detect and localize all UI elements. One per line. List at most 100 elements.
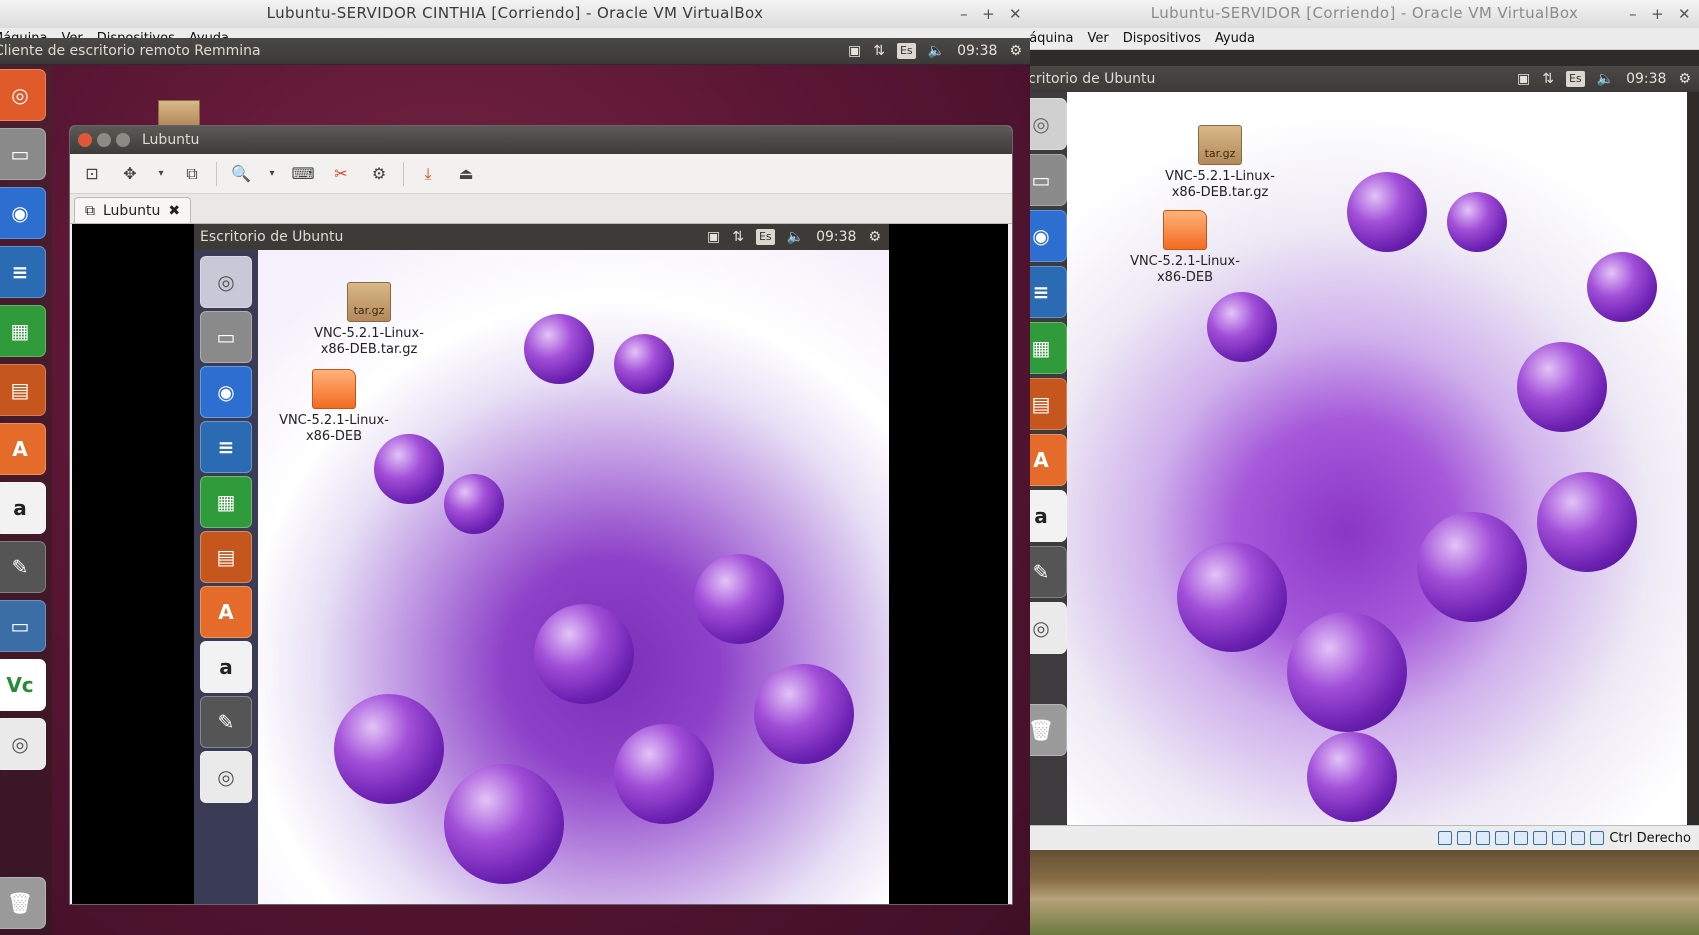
tab-close-icon[interactable]: ✖ [168, 203, 180, 219]
mouse-integration-icon[interactable] [1571, 831, 1586, 845]
window-title-bar[interactable]: Lubuntu-SERVIDOR CINTHIA [Corriendo] - O… [0, 0, 1030, 28]
remmina-icon[interactable]: ▭ [0, 600, 46, 652]
display-icon[interactable] [1533, 831, 1548, 845]
network-icon[interactable]: ⇅ [732, 224, 744, 250]
tab-lubuntu[interactable]: ⧉ Lubuntu ✖ [74, 197, 192, 223]
archive-icon[interactable] [158, 100, 200, 126]
chevron-down-icon[interactable]: ▾ [154, 160, 168, 188]
dvd-icon[interactable]: ◎ [200, 751, 252, 803]
amazon-icon[interactable]: a [1030, 490, 1067, 542]
chevron-down-icon[interactable]: ▾ [265, 160, 279, 188]
firefox-icon[interactable]: ◉ [200, 366, 252, 418]
files-icon[interactable]: ▭ [0, 128, 46, 180]
keyboard-layout-indicator[interactable]: Es [1565, 71, 1585, 87]
desktop-icon-tarball[interactable]: tar.gz VNC-5.2.1-Linux- x86-DEB.tar.gz [309, 282, 429, 358]
files-icon[interactable]: ▭ [200, 311, 252, 363]
network-adapter-icon[interactable] [1495, 831, 1510, 845]
dvd-icon[interactable]: ◎ [1030, 602, 1067, 654]
menu-ayuda[interactable]: Ayuda [1215, 31, 1255, 46]
gear-icon[interactable]: ⚙ [868, 224, 881, 250]
shared-folders-icon[interactable] [1514, 831, 1529, 845]
optical-drive-icon[interactable] [1457, 831, 1472, 845]
hard-disk-icon[interactable] [1438, 831, 1453, 845]
keyboard-layout-indicator[interactable]: Es [755, 229, 775, 245]
desktop-icon-folder[interactable]: VNC-5.2.1-Linux- x86-DEB [1125, 210, 1245, 286]
firefox-icon[interactable]: ◉ [0, 187, 46, 239]
menu-ver[interactable]: Ver [1088, 31, 1109, 46]
clock[interactable]: 09:38 [957, 38, 997, 64]
network-icon[interactable]: ⇅ [1542, 66, 1554, 92]
keyboard-layout-indicator[interactable]: Es [896, 43, 916, 59]
switch-tab-icon[interactable]: ⧉ [178, 160, 206, 188]
software-center-icon[interactable]: A [0, 423, 46, 475]
software-center-icon[interactable]: A [1030, 434, 1067, 486]
virtualbox-window-servidor-cinthia[interactable]: Lubuntu-SERVIDOR CINTHIA [Corriendo] - O… [0, 0, 1030, 935]
calc-icon[interactable]: ▦ [1030, 322, 1067, 374]
close-icon[interactable] [78, 133, 92, 147]
minimize-icon[interactable]: – [960, 1, 968, 27]
volume-icon[interactable]: 🔈 [787, 224, 804, 250]
vnc-icon[interactable]: Vc [0, 659, 46, 711]
zoom-icon[interactable]: 🔍 [227, 160, 255, 188]
remmina-title-bar[interactable]: Lubuntu [70, 126, 1012, 154]
network-icon[interactable]: ⇅ [873, 38, 885, 64]
toggle-scaled-icon[interactable]: ✥ [116, 160, 144, 188]
writer-icon[interactable]: ≡ [200, 421, 252, 473]
clock[interactable]: 09:38 [816, 224, 856, 250]
gear-icon[interactable]: ⚙ [1009, 38, 1022, 64]
gear-icon[interactable]: ⚙ [1678, 66, 1691, 92]
impress-icon[interactable]: ▤ [200, 531, 252, 583]
close-icon[interactable]: ✕ [1009, 1, 1022, 27]
maximize-icon[interactable] [116, 133, 130, 147]
menu-dispositivos[interactable]: Dispositivos [1123, 31, 1201, 46]
remote-desktop-indicator-icon[interactable]: ▣ [1517, 66, 1530, 92]
ubuntu-icon[interactable]: ◎ [1030, 98, 1067, 150]
trash-icon[interactable]: 🗑 [0, 877, 46, 929]
clock[interactable]: 09:38 [1626, 66, 1666, 92]
remote-desktop-screen[interactable]: Escritorio de Ubuntu ▣ ⇅ Es 🔈 09:38 ⚙ ◎ … [194, 224, 889, 904]
minimize-icon[interactable]: – [1629, 1, 1637, 27]
toggle-fullscreen-icon[interactable]: ⊡ [78, 160, 106, 188]
calc-icon[interactable]: ▦ [0, 305, 46, 357]
volume-icon[interactable]: 🔈 [1597, 66, 1614, 92]
virtualbox-window-servidor[interactable]: Lubuntu-SERVIDOR [Corriendo] - Oracle VM… [1030, 0, 1699, 850]
impress-icon[interactable]: ▤ [1030, 378, 1067, 430]
settings-icon[interactable]: ✎ [0, 541, 46, 593]
remote-desktop-indicator-icon[interactable]: ▣ [707, 224, 720, 250]
remmina-indicator-icon[interactable]: ▣ [848, 38, 861, 64]
dvd-icon[interactable]: ◎ [0, 718, 46, 770]
icon-label: x86-DEB.tar.gz [320, 342, 418, 357]
close-icon[interactable]: ✕ [1678, 1, 1691, 27]
amazon-icon[interactable]: a [0, 482, 46, 534]
desktop-icon-folder[interactable]: VNC-5.2.1-Linux- x86-DEB [274, 369, 394, 445]
ubuntu-icon[interactable]: ◎ [0, 69, 46, 121]
trash-icon[interactable]: 🗑 [1030, 704, 1067, 756]
remote-viewport[interactable]: Escritorio de Ubuntu ▣ ⇅ Es 🔈 09:38 ⚙ ◎ … [72, 224, 1008, 904]
remmina-window[interactable]: Lubuntu ⊡ ✥ ▾ ⧉ 🔍 ▾ ⌨ ✂ ⚙ ⤓ ⏏ ⧉ Lubuntu … [69, 125, 1013, 905]
menu-maquina[interactable]: Máquina [1030, 31, 1074, 46]
volume-icon[interactable]: 🔈 [928, 38, 945, 64]
firefox-icon[interactable]: ◉ [1030, 210, 1067, 262]
files-icon[interactable]: ▭ [1030, 154, 1067, 206]
minimize-icon[interactable] [97, 133, 111, 147]
impress-icon[interactable]: ▤ [0, 364, 46, 416]
writer-icon[interactable]: ≡ [1030, 266, 1067, 318]
writer-icon[interactable]: ≡ [0, 246, 46, 298]
window-title-bar[interactable]: Lubuntu-SERVIDOR [Corriendo] - Oracle VM… [1030, 0, 1699, 28]
tools-gear-icon[interactable]: ⚙ [365, 160, 393, 188]
maximize-icon[interactable]: + [1651, 1, 1664, 27]
video-capture-icon[interactable] [1552, 831, 1567, 845]
settings-icon[interactable]: ✎ [200, 696, 252, 748]
preferences-tools-icon[interactable]: ✂ [327, 160, 355, 188]
desktop-icon-tarball[interactable]: tar.gz VNC-5.2.1-Linux- x86-DEB.tar.gz [1160, 125, 1280, 201]
maximize-icon[interactable]: + [982, 1, 995, 27]
grab-keyboard-icon[interactable]: ⌨ [289, 160, 317, 188]
disconnect-icon[interactable]: ⏏ [452, 160, 480, 188]
ubuntu-icon[interactable]: ◎ [200, 256, 252, 308]
calc-icon[interactable]: ▦ [200, 476, 252, 528]
amazon-icon[interactable]: a [200, 641, 252, 693]
minimize-window-icon[interactable]: ⤓ [414, 160, 442, 188]
settings-icon[interactable]: ✎ [1030, 546, 1067, 598]
usb-icon[interactable] [1476, 831, 1491, 845]
software-center-icon[interactable]: A [200, 586, 252, 638]
